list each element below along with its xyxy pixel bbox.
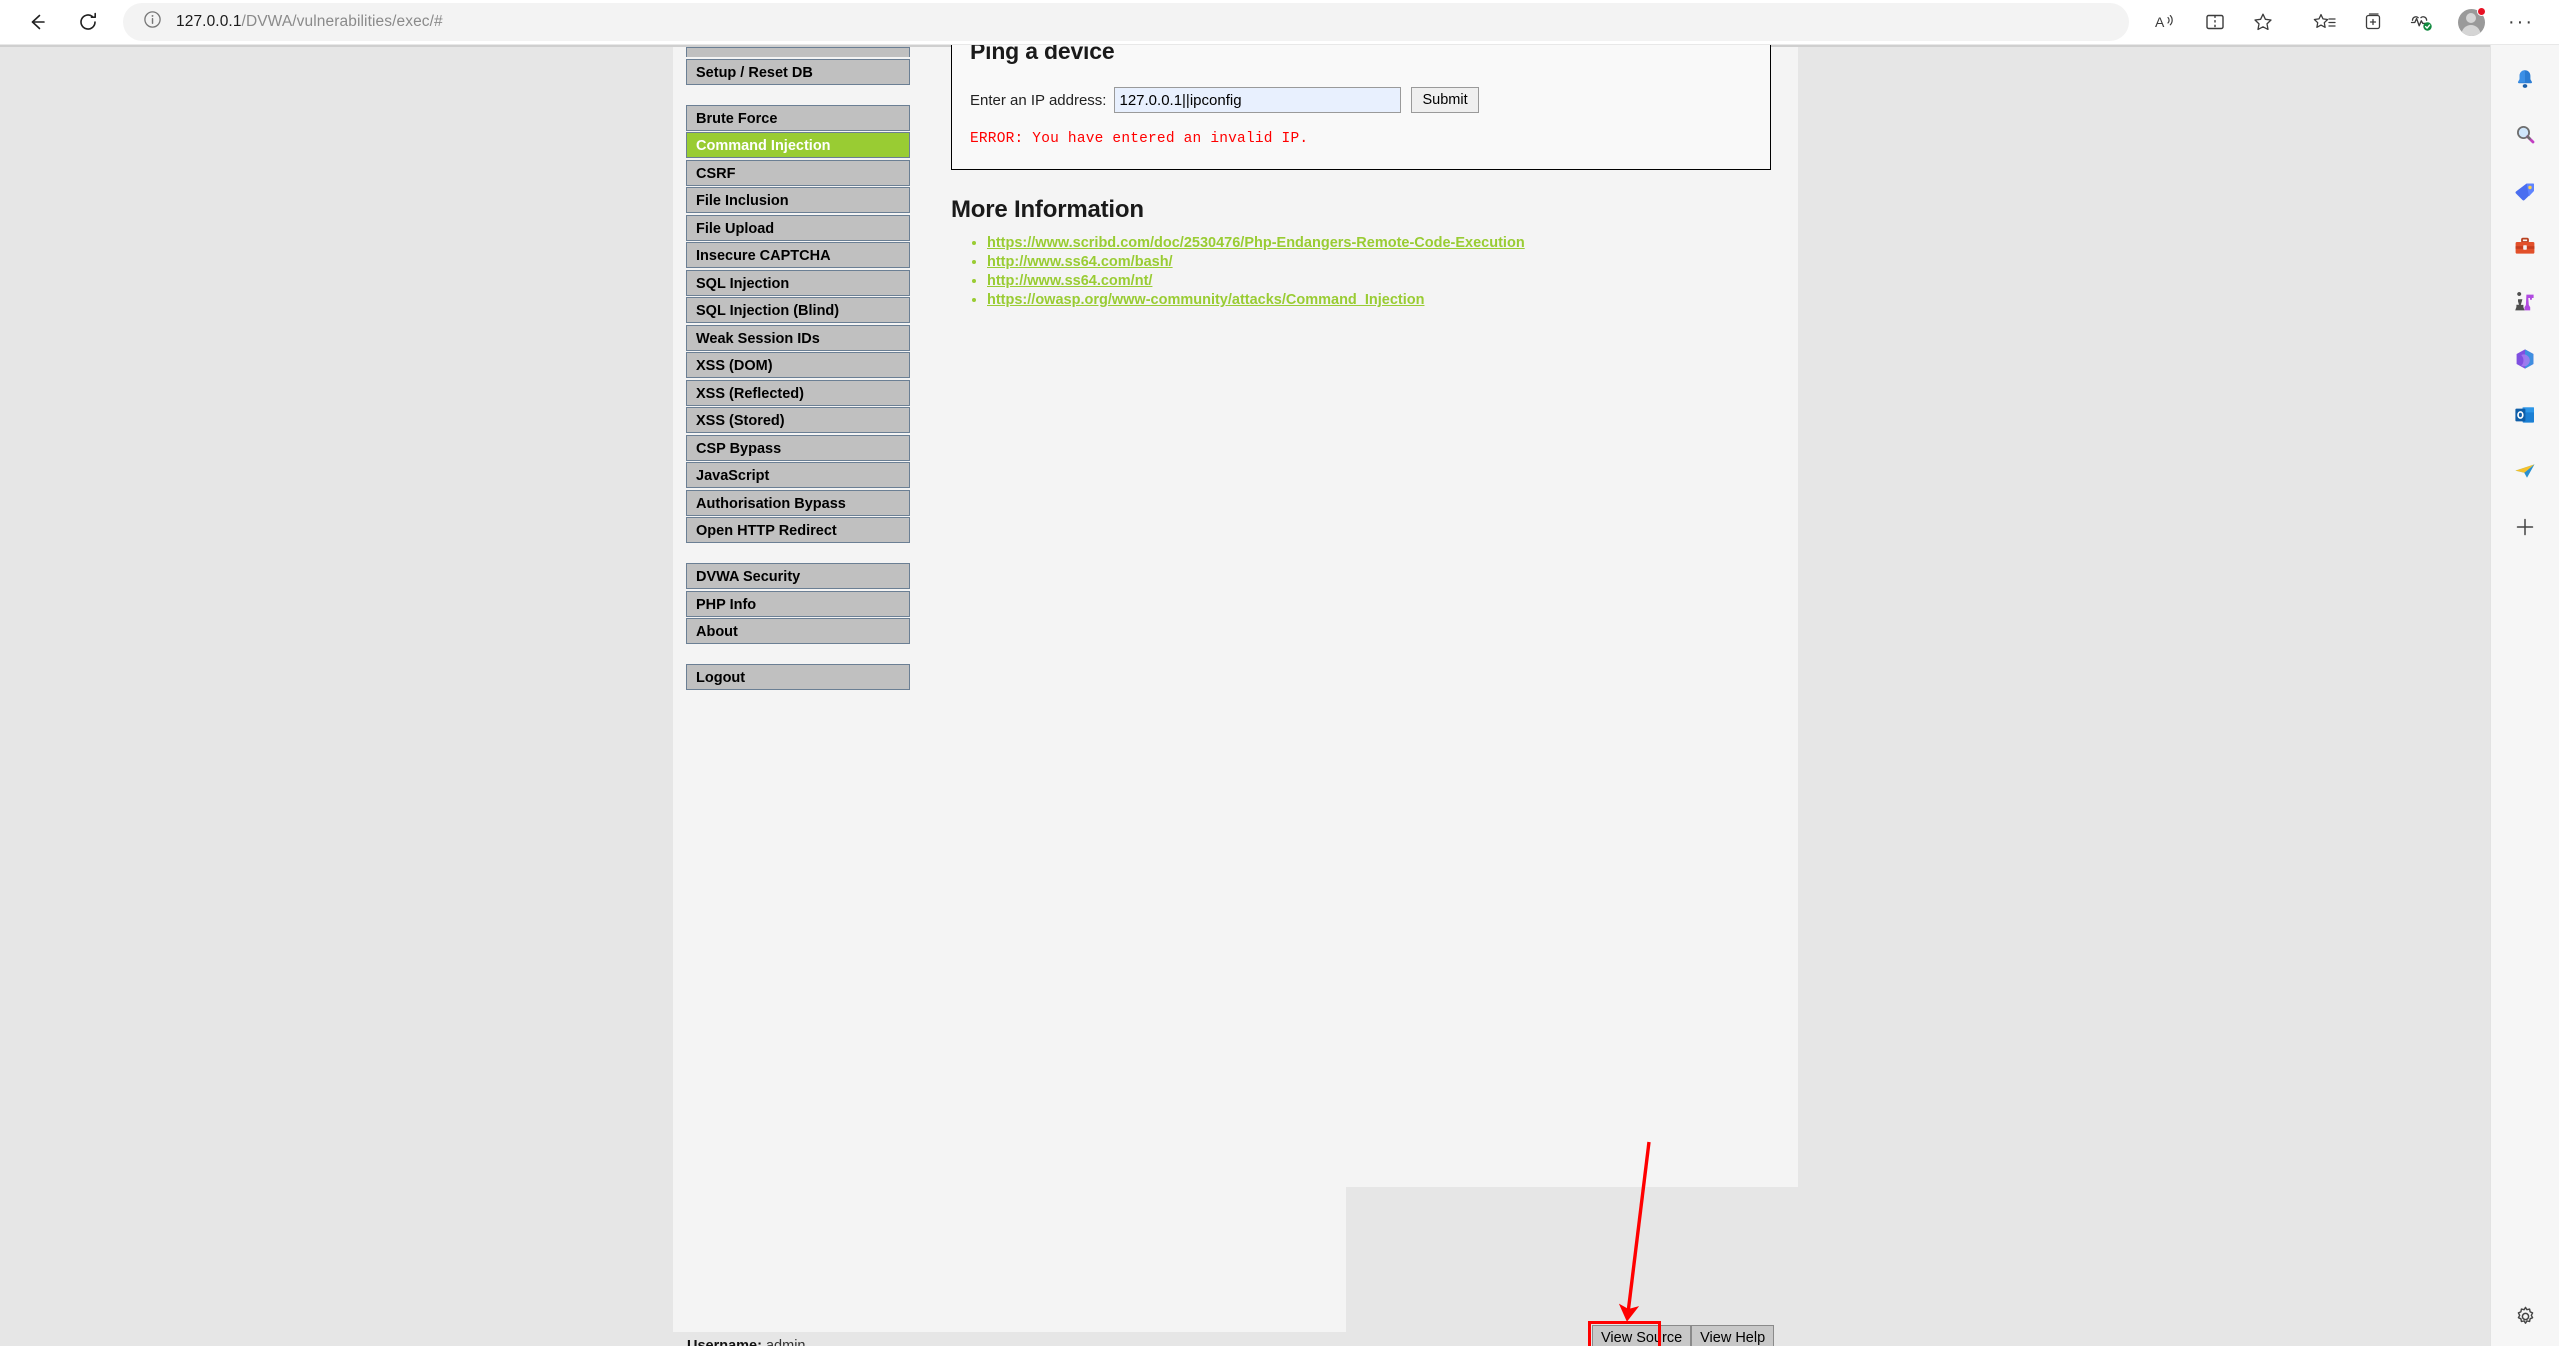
dvwa-page-body: Setup / Reset DB Brute Force Command Inj… xyxy=(673,45,2471,1346)
sidebar-item-file-upload[interactable]: File Upload xyxy=(686,214,910,241)
ip-address-input[interactable] xyxy=(1114,87,1402,113)
ip-address-label: Enter an IP address: xyxy=(970,91,1107,109)
telegram-plane-icon[interactable] xyxy=(2505,451,2545,491)
list-item: https://owasp.org/www-community/attacks/… xyxy=(987,291,1781,309)
sidebar-item-javascript[interactable]: JavaScript xyxy=(686,462,910,488)
edge-sidebar xyxy=(2490,45,2559,1346)
list-item: http://www.ss64.com/nt/ xyxy=(987,272,1781,290)
shopping-tag-icon[interactable] xyxy=(2505,171,2545,211)
reload-button[interactable] xyxy=(69,3,107,41)
search-magnifier-icon[interactable] xyxy=(2505,115,2545,155)
add-sidebar-app-icon[interactable] xyxy=(2505,507,2545,547)
back-arrow-icon xyxy=(31,14,45,30)
submit-button[interactable]: Submit xyxy=(1411,87,1479,113)
split-screen-icon[interactable] xyxy=(2195,3,2235,41)
error-message: ERROR: You have entered an invalid IP. xyxy=(970,131,1309,147)
favorite-star-icon[interactable] xyxy=(2243,3,2283,41)
link-scribd-php-endangers[interactable]: https://www.scribd.com/doc/2530476/Php-E… xyxy=(987,235,1525,251)
sidebar-item-command-injection[interactable]: Command Injection xyxy=(686,132,910,158)
sidebar-item-about[interactable]: About xyxy=(686,618,910,644)
link-owasp-command-injection[interactable]: https://owasp.org/www-community/attacks/… xyxy=(987,292,1424,308)
dvwa-main-content: Ping a device Enter an IP address: Submi… xyxy=(951,45,1781,310)
browser-toolbar: 127.0.0.1/DVWA/vulnerabilities/exec/# A xyxy=(0,0,2559,45)
sidebar-item-file-inclusion[interactable]: File Inclusion xyxy=(686,187,910,213)
site-information-icon[interactable] xyxy=(143,10,162,34)
favorites-list-icon[interactable] xyxy=(2305,3,2345,41)
list-item: https://www.scribd.com/doc/2530476/Php-E… xyxy=(987,234,1781,252)
sidebar-item-sql-injection-blind[interactable]: SQL Injection (Blind) xyxy=(686,297,910,323)
username-row: Username: admin xyxy=(687,1337,863,1346)
avatar-alert-badge xyxy=(2477,7,2486,16)
sidebar-settings-gear-icon[interactable] xyxy=(2505,1296,2545,1336)
sidebar-item-open-http-redirect[interactable]: Open HTTP Redirect xyxy=(686,517,910,543)
sidebar-item-logout[interactable]: Logout xyxy=(686,664,910,690)
sidebar-item-php-info[interactable]: PHP Info xyxy=(686,590,910,617)
view-help-button[interactable]: View Help xyxy=(1691,1325,1775,1346)
sidebar-item-clipped-above[interactable] xyxy=(686,47,910,57)
sidebar-item-csrf[interactable]: CSRF xyxy=(686,159,910,186)
link-ss64-bash[interactable]: http://www.ss64.com/bash/ xyxy=(987,254,1173,270)
reload-icon xyxy=(80,12,96,30)
sidebar-item-weak-session-ids[interactable]: Weak Session IDs xyxy=(686,324,910,351)
sidebar-item-xss-dom[interactable]: XSS (DOM) xyxy=(686,352,910,378)
url-path: /DVWA/vulnerabilities/exec/# xyxy=(241,13,443,30)
page-viewport: Setup / Reset DB Brute Force Command Inj… xyxy=(0,45,2490,1346)
sidebar-item-brute-force[interactable]: Brute Force xyxy=(686,104,910,131)
menu-group-session: Logout xyxy=(686,664,910,690)
dvwa-navigation-sidebar: Setup / Reset DB Brute Force Command Inj… xyxy=(673,47,923,710)
view-source-button[interactable]: View Source xyxy=(1592,1325,1692,1346)
tools-briefcase-icon[interactable] xyxy=(2505,227,2545,267)
sidebar-item-xss-reflected[interactable]: XSS (Reflected) xyxy=(686,379,910,406)
svg-text:A: A xyxy=(2155,14,2165,30)
read-aloud-icon[interactable]: A xyxy=(2147,3,2187,41)
menu-group-setup: Setup / Reset DB xyxy=(686,47,910,85)
back-button[interactable] xyxy=(18,3,56,41)
notifications-bell-icon[interactable] xyxy=(2505,59,2545,99)
sidebar-item-dvwa-security[interactable]: DVWA Security xyxy=(686,563,910,589)
username-value: admin xyxy=(765,1338,806,1346)
menu-group-vulnerabilities: Brute Force Command Injection CSRF File … xyxy=(686,104,910,543)
list-item: http://www.ss64.com/bash/ xyxy=(987,253,1781,271)
session-info: Username: admin Security Level: impossib… xyxy=(687,1337,863,1346)
toolbar-actions: A ··· xyxy=(2143,3,2559,41)
collections-icon[interactable] xyxy=(2353,3,2393,41)
sidebar-item-insecure-captcha[interactable]: Insecure CAPTCHA xyxy=(686,242,910,268)
ping-a-device-panel: Ping a device Enter an IP address: Submi… xyxy=(951,45,1771,170)
page-title: Ping a device xyxy=(970,45,1115,64)
sidebar-item-setup-reset-db[interactable]: Setup / Reset DB xyxy=(686,58,910,85)
sidebar-item-xss-stored[interactable]: XSS (Stored) xyxy=(686,407,910,433)
username-label: Username: xyxy=(687,1338,762,1346)
address-bar-url: 127.0.0.1/DVWA/vulnerabilities/exec/# xyxy=(176,13,443,31)
more-information-links: https://www.scribd.com/doc/2530476/Php-E… xyxy=(951,234,1781,309)
sidebar-item-csp-bypass[interactable]: CSP Bypass xyxy=(686,434,910,461)
more-information-heading: More Information xyxy=(951,196,1144,223)
url-host: 127.0.0.1 xyxy=(176,13,242,30)
more-options-icon[interactable]: ··· xyxy=(2501,3,2541,41)
menu-group-meta: DVWA Security PHP Info About xyxy=(686,563,910,644)
page-outer-background xyxy=(1798,47,2490,1332)
browser-essentials-icon[interactable] xyxy=(2401,3,2441,41)
page-footer-spacer xyxy=(1346,1187,2471,1346)
games-chess-icon[interactable] xyxy=(2505,283,2545,323)
sidebar-item-sql-injection[interactable]: SQL Injection xyxy=(686,269,910,296)
microsoft-365-icon[interactable] xyxy=(2505,339,2545,379)
link-ss64-nt[interactable]: http://www.ss64.com/nt/ xyxy=(987,273,1152,289)
ping-form: Enter an IP address: Submit xyxy=(970,87,1752,113)
outlook-icon[interactable] xyxy=(2505,395,2545,435)
address-bar[interactable]: 127.0.0.1/DVWA/vulnerabilities/exec/# xyxy=(123,3,2129,41)
profile-avatar[interactable] xyxy=(2451,3,2491,41)
sidebar-item-authorisation-bypass[interactable]: Authorisation Bypass xyxy=(686,489,910,516)
source-help-button-group: View Source View Help xyxy=(1592,1325,1775,1346)
